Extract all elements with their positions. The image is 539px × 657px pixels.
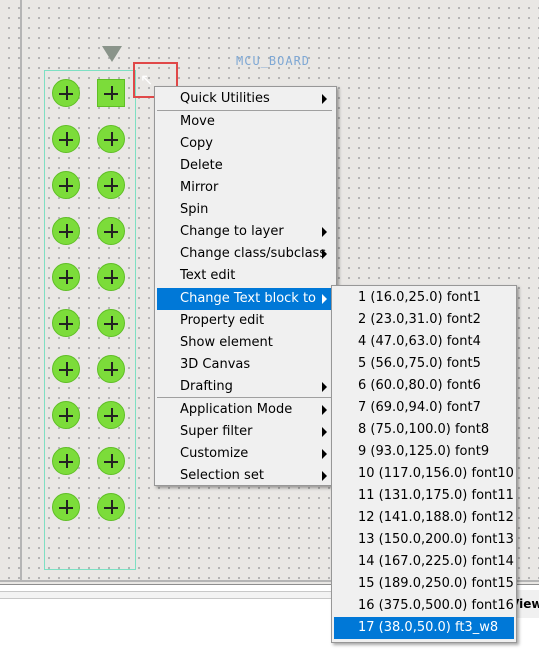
menu-item-label: Customize	[180, 446, 249, 461]
menu-item-label: Selection set	[180, 468, 264, 483]
menu-item-label: Change Text block to	[180, 291, 317, 306]
change-text-block-submenu: 1 (16.0,25.0) font1 2 (23.0,31.0) font2 4 …	[331, 285, 517, 643]
cursor-icon: ↖	[140, 70, 154, 89]
board-outline-left-edge	[20, 0, 22, 582]
text-block-option[interactable]: 6 (60.0,80.0) font6	[334, 375, 514, 397]
menu-item-label: Copy	[180, 136, 213, 151]
pad[interactable]	[97, 171, 125, 199]
menu-item-label: 3D Canvas	[180, 357, 251, 372]
submenu-arrow-icon	[322, 227, 327, 237]
menu-item-mirror[interactable]: Mirror	[157, 177, 332, 199]
menu-item-change-text-block-to[interactable]: Change Text block to	[157, 288, 332, 310]
menu-item-property-edit[interactable]: Property edit	[157, 310, 332, 332]
text-block-option[interactable]: 17 (38.0,50.0) ft3_w8	[334, 617, 514, 639]
text-block-option[interactable]: 1 (16.0,25.0) font1	[334, 287, 514, 309]
menu-item-move[interactable]: Move	[157, 111, 332, 133]
menu-item-selection-set[interactable]: Selection set	[157, 465, 332, 487]
menu-item-spin[interactable]: Spin	[157, 199, 332, 221]
menu-item-show-element[interactable]: Show element	[157, 332, 332, 354]
menu-item-label: Move	[180, 114, 215, 129]
pad[interactable]	[52, 171, 80, 199]
pad[interactable]	[52, 217, 80, 245]
pad[interactable]	[52, 355, 80, 383]
text-block-option[interactable]: 16 (375.0,500.0) font16	[334, 595, 514, 617]
menu-separator	[157, 110, 332, 111]
menu-item-3d-canvas[interactable]: 3D Canvas	[157, 354, 332, 376]
reference-designator-label[interactable]: MCU_BOARD	[236, 54, 310, 68]
pad-square-pin1[interactable]	[97, 79, 125, 107]
pad[interactable]	[97, 125, 125, 153]
pad[interactable]	[52, 447, 80, 475]
menu-item-label: Text edit	[180, 268, 236, 283]
pad[interactable]	[97, 217, 125, 245]
pad[interactable]	[97, 309, 125, 337]
submenu-arrow-icon	[322, 405, 327, 415]
pad[interactable]	[52, 79, 80, 107]
menu-item-copy[interactable]: Copy	[157, 133, 332, 155]
submenu-arrow-icon	[322, 382, 327, 392]
pad[interactable]	[97, 493, 125, 521]
pad[interactable]	[97, 447, 125, 475]
pad[interactable]	[97, 401, 125, 429]
menu-item-text-edit[interactable]: Text edit	[157, 265, 332, 287]
menu-item-customize[interactable]: Customize	[157, 443, 332, 465]
submenu-arrow-icon	[322, 471, 327, 481]
submenu-arrow-icon	[322, 249, 327, 259]
text-block-option[interactable]: 14 (167.0,225.0) font14	[334, 551, 514, 573]
menu-item-label: Change to layer	[180, 224, 284, 239]
text-block-option[interactable]: 13 (150.0,200.0) font13	[334, 529, 514, 551]
pad[interactable]	[52, 263, 80, 291]
menu-item-label: Spin	[180, 202, 209, 217]
text-block-option[interactable]: 10 (117.0,156.0) font10	[334, 463, 514, 485]
menu-item-label: Show element	[180, 335, 273, 350]
text-block-option[interactable]: 11 (131.0,175.0) font11	[334, 485, 514, 507]
text-block-option[interactable]: 15 (189.0,250.0) font15	[334, 573, 514, 595]
pad[interactable]	[52, 493, 80, 521]
menu-item-change-to-layer[interactable]: Change to layer	[157, 221, 332, 243]
menu-item-label: Change class/subclass	[180, 246, 327, 261]
pad[interactable]	[97, 263, 125, 291]
pad[interactable]	[52, 125, 80, 153]
menu-item-label: Quick Utilities	[180, 91, 270, 106]
menu-item-label: Mirror	[180, 180, 219, 195]
pad[interactable]	[52, 401, 80, 429]
pad[interactable]	[52, 309, 80, 337]
menu-item-quick-utilities[interactable]: Quick Utilities	[157, 88, 332, 110]
pin1-marker-icon	[102, 46, 122, 62]
menu-item-drafting[interactable]: Drafting	[157, 376, 332, 398]
text-block-option[interactable]: 2 (23.0,31.0) font2	[334, 309, 514, 331]
menu-item-label: Application Mode	[180, 402, 293, 417]
submenu-arrow-icon	[322, 94, 327, 104]
text-block-option[interactable]: 9 (93.0,125.0) font9	[334, 441, 514, 463]
text-block-option[interactable]: 5 (56.0,75.0) font5	[334, 353, 514, 375]
text-block-option[interactable]: 4 (47.0,63.0) font4	[334, 331, 514, 353]
submenu-arrow-icon	[322, 449, 327, 459]
menu-item-label: Delete	[180, 158, 223, 173]
context-menu: Quick Utilities Move Copy Delete Mirror Spin C…	[154, 86, 337, 486]
menu-item-label: Drafting	[180, 379, 233, 394]
text-block-option[interactable]: 7 (69.0,94.0) font7	[334, 397, 514, 419]
menu-item-delete[interactable]: Delete	[157, 155, 332, 177]
menu-item-change-class-subclass[interactable]: Change class/subclass	[157, 243, 332, 265]
pad[interactable]	[97, 355, 125, 383]
submenu-arrow-icon	[322, 427, 327, 437]
text-block-option[interactable]: 12 (141.0,188.0) font12	[334, 507, 514, 529]
menu-item-super-filter[interactable]: Super filter	[157, 421, 332, 443]
submenu-arrow-icon	[322, 294, 327, 304]
menu-separator	[157, 397, 332, 398]
menu-item-label: Property edit	[180, 313, 265, 328]
text-block-option[interactable]: 8 (75.0,100.0) font8	[334, 419, 514, 441]
menu-item-application-mode[interactable]: Application Mode	[157, 399, 332, 421]
menu-item-label: Super filter	[180, 424, 253, 439]
